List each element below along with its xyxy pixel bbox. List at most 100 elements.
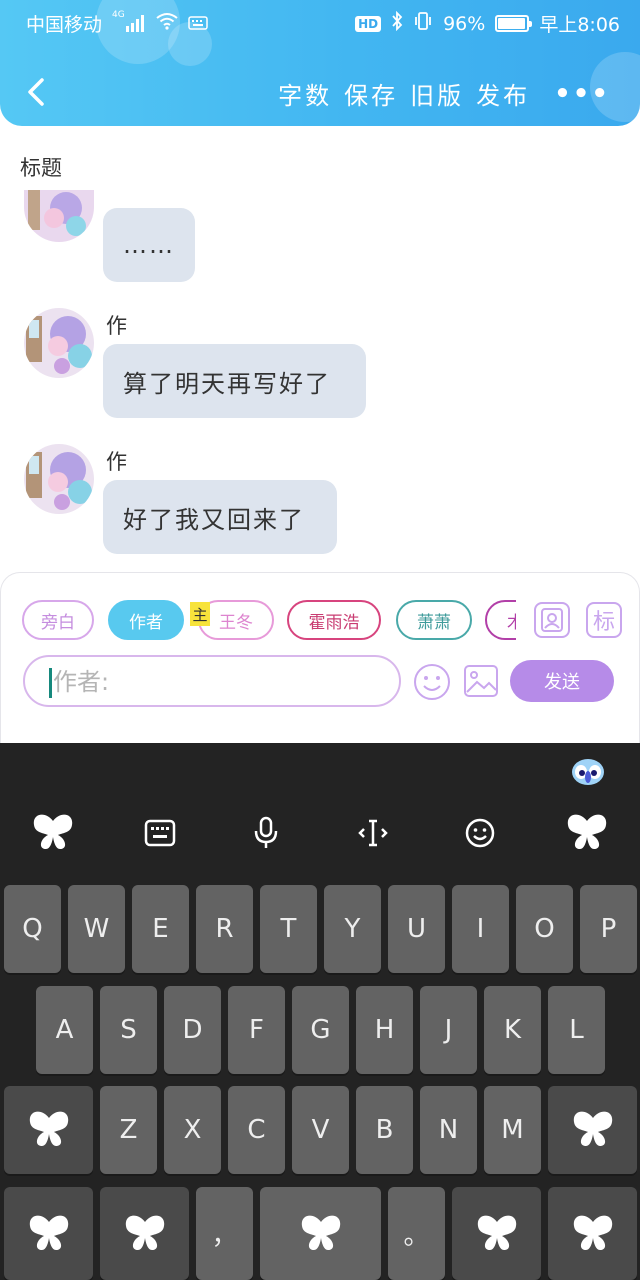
carrier-label: 中国移动	[26, 14, 103, 36]
emoji-panel-button[interactable]	[450, 803, 510, 863]
more-options-button[interactable]: •••	[554, 79, 610, 109]
tag-button[interactable]: 标	[586, 602, 622, 638]
avatar[interactable]	[24, 308, 94, 378]
chip-narrator[interactable]: 旁白	[22, 600, 94, 640]
chip-more-character[interactable]: 木	[485, 600, 516, 640]
key-m[interactable]: M	[484, 1086, 541, 1174]
title-label: 标题	[20, 156, 62, 180]
key-z[interactable]: Z	[100, 1086, 157, 1174]
send-button[interactable]: 发送	[510, 660, 614, 702]
theme-butterfly-button[interactable]	[557, 803, 617, 863]
theme-butterfly-button[interactable]	[23, 803, 83, 863]
battery-icon	[495, 15, 533, 32]
voice-input-button[interactable]	[236, 803, 296, 863]
butterfly-icon	[477, 1215, 516, 1250]
vibrate-icon	[413, 11, 433, 36]
shift-key[interactable]	[4, 1086, 93, 1174]
hd-badge: HD	[355, 15, 382, 32]
cursor-control-button[interactable]	[343, 803, 403, 863]
emoji-button[interactable]	[412, 662, 452, 702]
key-b[interactable]: B	[356, 1086, 413, 1174]
key-y[interactable]: Y	[324, 885, 381, 973]
butterfly-icon	[29, 1215, 68, 1250]
key-o[interactable]: O	[516, 885, 573, 973]
character-manager-button[interactable]	[534, 602, 570, 638]
key-r[interactable]: R	[196, 885, 253, 973]
chip-xiaoxiao[interactable]: 萧萧	[396, 600, 472, 640]
old-version-button[interactable]: 旧版	[410, 76, 464, 111]
publish-button[interactable]: 发布	[476, 76, 530, 111]
smiley-icon	[414, 664, 450, 700]
key-e[interactable]: E	[132, 885, 189, 973]
character-chip-row: 旁白 作者 王冬 霍雨浩 萧萧 木	[22, 600, 516, 640]
butterfly-icon	[29, 1111, 68, 1146]
main-character-badge: 主	[190, 602, 210, 626]
save-button[interactable]: 保存	[344, 76, 398, 111]
keyboard-icon	[144, 819, 176, 847]
header-actions: 字数 保存 旧版 发布 •••	[266, 76, 610, 111]
bluetooth-icon	[391, 10, 403, 36]
key-c[interactable]: C	[228, 1086, 285, 1174]
numbers-key[interactable]	[100, 1187, 189, 1280]
key-a[interactable]: A	[36, 986, 93, 1074]
smiley-icon	[465, 818, 495, 848]
key-x[interactable]: X	[164, 1086, 221, 1174]
key-n[interactable]: N	[420, 1086, 477, 1174]
key-l[interactable]: L	[548, 986, 605, 1074]
key-comma[interactable]: ，	[196, 1187, 253, 1280]
microphone-icon	[254, 816, 278, 848]
keyboard-mascot-icon[interactable]	[570, 755, 606, 787]
message-bubble[interactable]: 算了明天再写好了	[103, 344, 366, 418]
butterfly-icon	[301, 1215, 340, 1250]
key-g[interactable]: G	[292, 986, 349, 1074]
keyboard-switch-button[interactable]	[130, 803, 190, 863]
key-q[interactable]: Q	[4, 885, 61, 973]
message-bubble[interactable]: 好了我又回来了	[103, 480, 337, 554]
status-bar: 中国移动 4G HD 96% 早上8:06	[0, 0, 640, 44]
key-t[interactable]: T	[260, 885, 317, 973]
backspace-key[interactable]	[548, 1086, 637, 1174]
key-d[interactable]: D	[164, 986, 221, 1074]
key-w[interactable]: W	[68, 885, 125, 973]
symbols-key[interactable]	[4, 1187, 93, 1280]
key-i[interactable]: I	[452, 885, 509, 973]
butterfly-icon	[573, 1215, 612, 1250]
key-u[interactable]: U	[388, 885, 445, 973]
message-input[interactable]	[51, 663, 381, 701]
keyboard-status-icon	[188, 13, 208, 35]
back-button[interactable]	[18, 72, 58, 112]
key-v[interactable]: V	[292, 1086, 349, 1174]
chip-author[interactable]: 作者	[108, 600, 184, 640]
space-key[interactable]	[260, 1187, 381, 1280]
word-count-button[interactable]: 字数	[278, 76, 332, 111]
message-input-wrapper	[23, 655, 401, 707]
key-h[interactable]: H	[356, 986, 413, 1074]
soft-keyboard: Q W E R T Y U I O P A S D F G H J K L Z …	[0, 743, 640, 1280]
key-p[interactable]: P	[580, 885, 637, 973]
message-text: 算了明天再写好了	[123, 369, 331, 398]
battery-percent: 96%	[443, 12, 486, 35]
message-text: 好了我又回来了	[123, 505, 305, 534]
nav-bar: 字数 保存 旧版 发布 •••	[0, 62, 640, 122]
key-f[interactable]: F	[228, 986, 285, 1074]
network-type: 4G	[112, 9, 125, 20]
key-k[interactable]: K	[484, 986, 541, 1074]
key-s[interactable]: S	[100, 986, 157, 1074]
butterfly-icon	[33, 814, 73, 849]
butterfly-icon	[573, 1111, 612, 1146]
avatar[interactable]	[24, 190, 94, 242]
avatar[interactable]	[24, 444, 94, 514]
enter-key[interactable]	[548, 1187, 637, 1280]
chevron-left-icon	[28, 78, 44, 106]
key-j[interactable]: J	[420, 986, 477, 1074]
chip-huoyuhao[interactable]: 霍雨浩	[287, 600, 381, 640]
message-bubble[interactable]: ……	[103, 208, 195, 282]
app-header: 中国移动 4G HD 96% 早上8:06 字数 保存 旧版 发布 •••	[0, 0, 640, 126]
message-text: ……	[123, 231, 175, 259]
image-icon	[464, 665, 498, 697]
language-key[interactable]	[452, 1187, 541, 1280]
key-period[interactable]: 。	[388, 1187, 445, 1280]
contact-card-icon	[541, 608, 563, 632]
signal-icon: 4G	[112, 10, 146, 34]
image-button[interactable]	[462, 662, 500, 700]
